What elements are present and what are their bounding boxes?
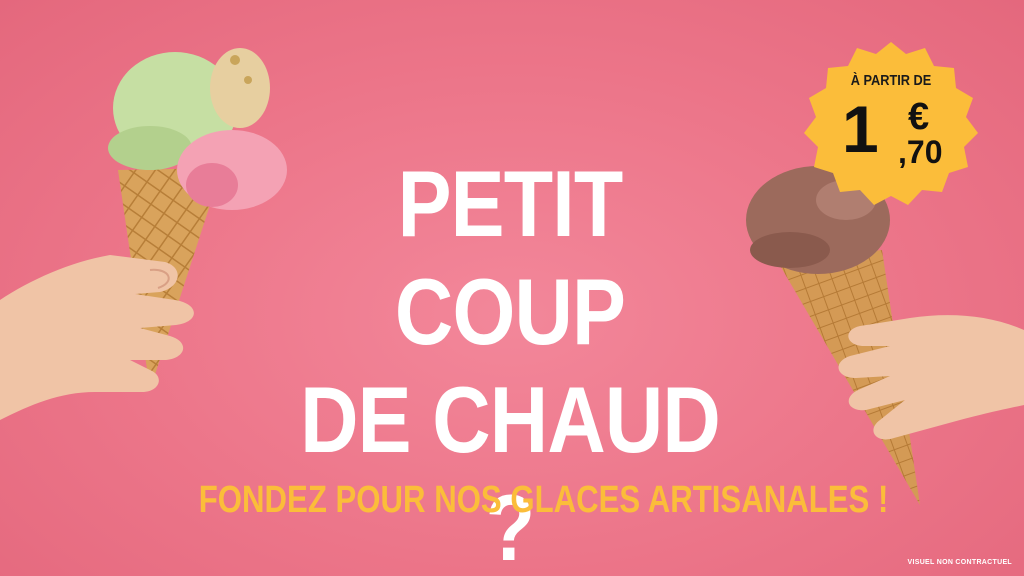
price-decimal: ,70	[898, 134, 943, 170]
headline-line-1: PETIT COUP	[394, 151, 626, 364]
sugar-cone	[778, 250, 920, 505]
price-currency: €	[908, 96, 930, 138]
pistachio-strawberry-cone-illustration	[0, 48, 287, 420]
scalloped-badge-shape	[804, 42, 978, 205]
disclaimer: VISUEL NON CONTRACTUEL	[907, 559, 1012, 566]
price-integer: 1	[842, 92, 879, 166]
price-prefix: À PARTIR DE	[850, 72, 932, 89]
price-badge: À PARTIR DE 1 € ,70	[802, 38, 980, 216]
left-hand	[0, 255, 194, 420]
tagline: FONDEZ POUR NOS GLACES ARTISANALES !	[198, 479, 889, 521]
promo-banner: À PARTIR DE 1 € ,70 PETIT COUP DE CHAUD …	[0, 0, 1024, 576]
headline-line-2: DE CHAUD ?	[300, 367, 721, 576]
right-hand	[838, 315, 1024, 440]
